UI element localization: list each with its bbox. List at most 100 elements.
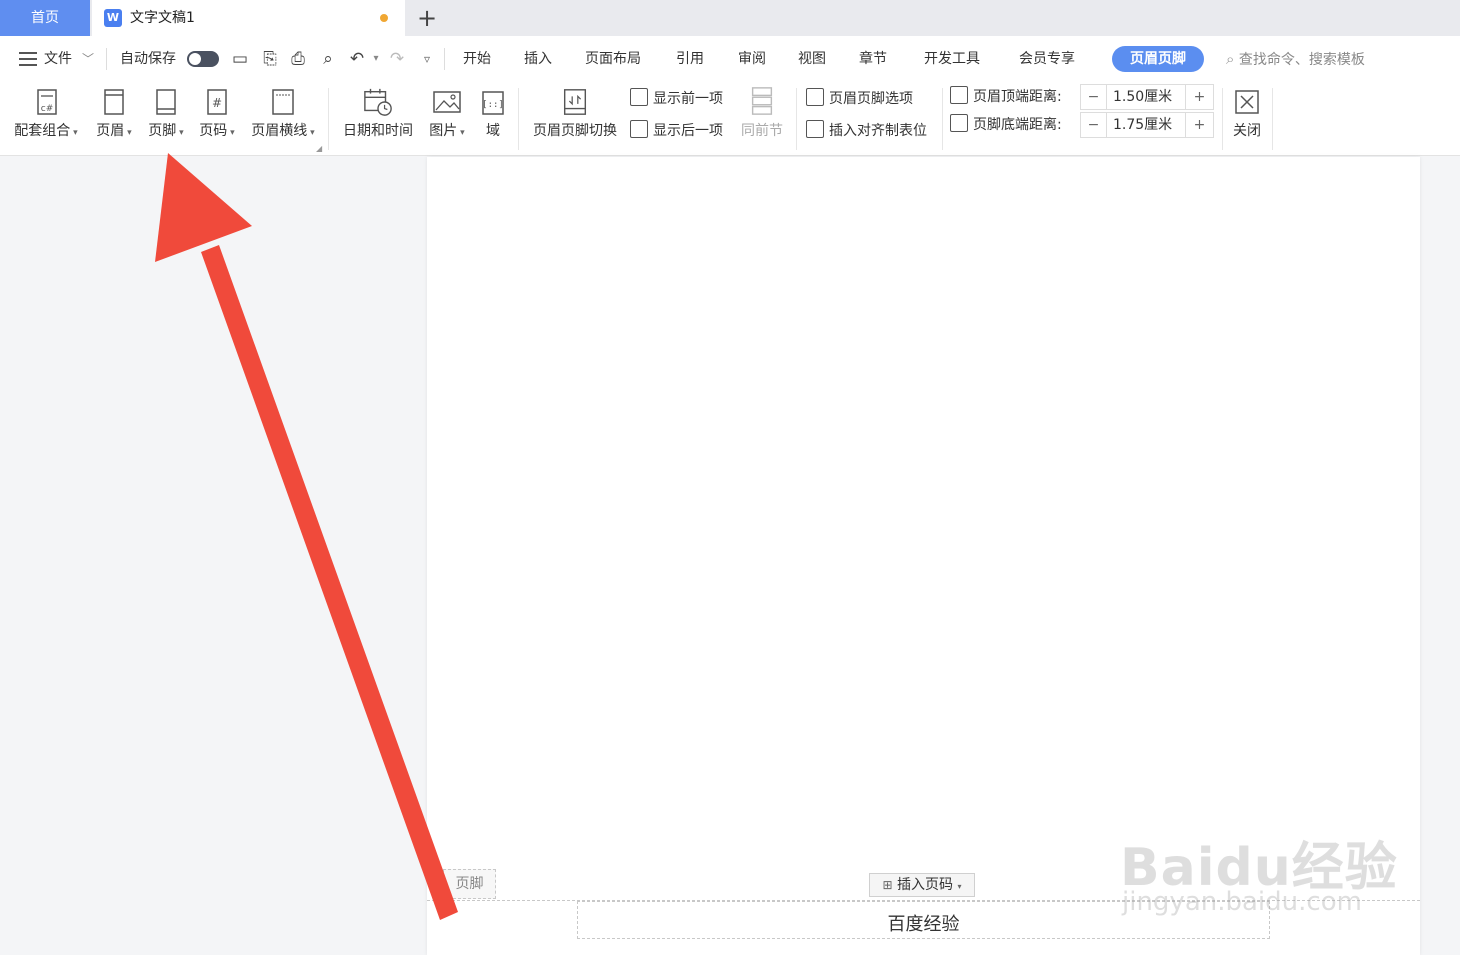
tab-document[interactable]: W 文字文稿1 [92, 0, 405, 36]
arrow-shaft [201, 245, 458, 920]
plus-icon[interactable]: + [1185, 85, 1213, 109]
footer-distance-icon [950, 114, 968, 132]
autosave-label: 自动保存 [120, 51, 176, 67]
minus-icon[interactable]: − [1081, 85, 1107, 109]
tab-bar: 首页 W 文字文稿1 + [0, 0, 1460, 36]
options-label: 页眉页脚选项 [829, 91, 913, 107]
customize-toolbar-icon[interactable]: ▿ [416, 48, 438, 70]
footer-distance-value[interactable]: 1.75厘米 [1113, 113, 1172, 137]
watermark-url: jingyan.baidu.com [1122, 887, 1362, 917]
menu-member[interactable]: 会员专享 [1019, 36, 1075, 82]
show-next-icon [630, 120, 648, 138]
export-pdf-icon[interactable]: ⎘ [259, 48, 281, 70]
ribbon-toolbar: c# 配套组合 ▾ 页眉 ▾ 页脚 ▾ # 页码 ▾ 页眉横线 ▾ ◢ 日期和时… [0, 82, 1460, 156]
same-as-previous-button[interactable]: 同前节 [736, 82, 788, 156]
header-icon [104, 89, 124, 115]
baidu-watermark: Baidu经验 jingyan.baidu.com [1120, 825, 1398, 917]
menu-review[interactable]: 审阅 [738, 36, 766, 82]
header-footer-switch-button[interactable]: 页眉页脚切换 [526, 82, 624, 156]
unsaved-dot-icon [380, 14, 388, 22]
divider [1272, 88, 1273, 150]
print-preview-icon[interactable]: ⌕ [317, 48, 339, 70]
plus-icon[interactable]: + [1185, 113, 1213, 137]
header-footer-options-button[interactable]: 页眉页脚选项 [806, 88, 913, 110]
picture-label: 图片 ▾ [429, 123, 465, 139]
page-number-label: 页码 ▾ [199, 123, 235, 139]
page-number-button[interactable]: # 页码 ▾ [194, 82, 240, 156]
show-next-button[interactable]: 显示后一项 [630, 120, 723, 142]
header-distance-label: 页眉顶端距离: [950, 86, 1062, 108]
close-label: 关闭 [1233, 123, 1261, 139]
search-icon: ⌕ [1226, 50, 1235, 68]
header-distance-stepper[interactable]: − 1.50厘米 + [1080, 84, 1214, 110]
field-label: 域 [486, 123, 500, 139]
divider [106, 48, 107, 70]
search-box[interactable]: ⌕ 查找命令、搜索模板 [1226, 36, 1365, 83]
svg-text:c#: c# [41, 104, 54, 114]
menu-start[interactable]: 开始 [463, 36, 491, 82]
save-icon[interactable]: ▭ [229, 48, 251, 70]
switch-label: 页眉页脚切换 [533, 123, 617, 139]
writer-doc-icon: W [104, 9, 122, 27]
divider [328, 88, 329, 150]
picture-button[interactable]: 图片 ▾ [424, 82, 470, 156]
svg-text:#: # [212, 96, 222, 110]
undo-dropdown-icon[interactable]: ▾ [365, 48, 387, 70]
show-previous-button[interactable]: 显示前一项 [630, 88, 723, 110]
menu-insert[interactable]: 插入 [524, 36, 552, 82]
file-menu[interactable]: 文件 [44, 36, 72, 82]
header-line-icon [272, 89, 294, 115]
show-next-label: 显示后一项 [653, 123, 723, 139]
chevron-down-icon: ▾ [957, 882, 962, 891]
footer-label: 页脚 ▾ [148, 123, 184, 139]
close-icon [1235, 90, 1259, 114]
minus-icon[interactable]: − [1081, 113, 1107, 137]
new-tab-button[interactable]: + [414, 3, 440, 33]
divider [1222, 88, 1223, 150]
link-to-previous-icon [751, 87, 773, 115]
footer-distance-label: 页脚底端距离: [950, 114, 1062, 136]
divider [518, 88, 519, 150]
tab-home[interactable]: 首页 [0, 0, 90, 36]
header-distance-icon [950, 86, 968, 104]
datetime-label: 日期和时间 [343, 123, 413, 139]
tab-stop-icon [806, 120, 824, 138]
show-previous-label: 显示前一项 [653, 91, 723, 107]
footer-button[interactable]: 页脚 ▾ [142, 82, 190, 156]
same-as-previous-label: 同前节 [741, 123, 783, 139]
divider [444, 48, 445, 70]
show-previous-icon [630, 88, 648, 106]
redo-icon[interactable]: ↷ [386, 48, 408, 70]
menu-page-layout[interactable]: 页面布局 [585, 36, 641, 82]
field-button[interactable]: [::] 域 [474, 82, 512, 156]
autosave-toggle[interactable] [187, 51, 219, 67]
chevron-down-icon[interactable]: ﹀ [82, 36, 94, 82]
combo-button[interactable]: c# 配套组合 ▾ [8, 82, 84, 156]
calendar-clock-icon [364, 88, 392, 116]
menu-developer[interactable]: 开发工具 [924, 36, 980, 82]
hamburger-icon[interactable] [19, 52, 37, 66]
print-icon[interactable]: ⎙ [287, 48, 309, 70]
divider [942, 88, 943, 150]
close-header-footer-button[interactable]: 关闭 [1226, 82, 1268, 156]
footer-distance-stepper[interactable]: − 1.75厘米 + [1080, 112, 1214, 138]
group-expand-icon[interactable]: ◢ [316, 144, 322, 153]
header-label: 页眉 ▾ [96, 123, 132, 139]
insert-tab-stop-label: 插入对齐制表位 [829, 123, 927, 139]
header-line-button[interactable]: 页眉横线 ▾ [244, 82, 322, 156]
arrow-head [155, 153, 252, 262]
footer-icon [156, 89, 176, 115]
header-distance-value[interactable]: 1.50厘米 [1113, 85, 1172, 109]
header-button[interactable]: 页眉 ▾ [90, 82, 138, 156]
menu-header-footer-active[interactable]: 页眉页脚 [1112, 46, 1204, 72]
search-placeholder: 查找命令、搜索模板 [1238, 52, 1365, 68]
menu-view[interactable]: 视图 [798, 36, 826, 82]
insert-tab-stop-button[interactable]: 插入对齐制表位 [806, 120, 927, 142]
insert-page-number-label: 插入页码 [897, 877, 954, 893]
menu-chapter[interactable]: 章节 [859, 36, 887, 82]
combo-label: 配套组合 ▾ [14, 123, 78, 139]
insert-page-number-button[interactable]: ⊞ 插入页码 ▾ [869, 873, 975, 897]
datetime-button[interactable]: 日期和时间 [336, 82, 420, 156]
menu-references[interactable]: 引用 [676, 36, 704, 82]
page-number-icon: ⊞ [882, 878, 893, 892]
